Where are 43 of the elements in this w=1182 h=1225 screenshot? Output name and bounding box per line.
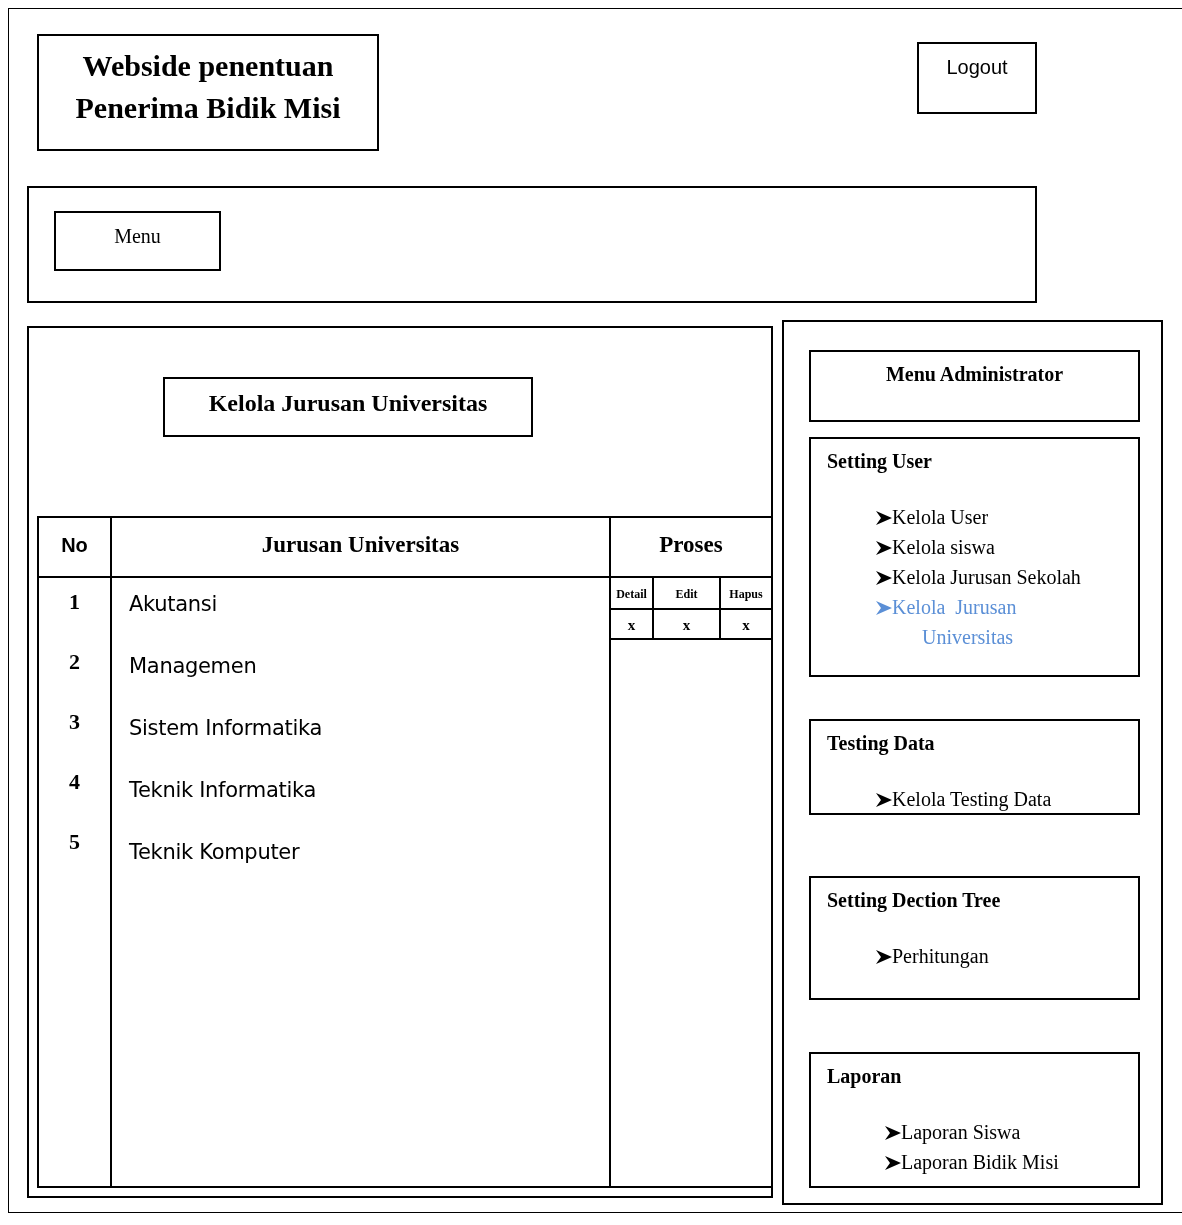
section-title: Laporan [827, 1064, 903, 1090]
action-link[interactable]: x [654, 610, 721, 640]
arrowhead-icon [876, 571, 892, 585]
row-number: 5 [68, 828, 81, 856]
menu-item[interactable]: Kelola Testing Data [892, 784, 1137, 814]
major-name: Teknik Komputer [128, 839, 301, 866]
major-name: Teknik Informatika [128, 777, 317, 804]
row-number: 1 [68, 588, 81, 616]
no-header: No [39, 518, 112, 578]
arrowhead-icon [876, 793, 892, 807]
action-header: Hapus [721, 578, 771, 610]
arrowhead-icon [885, 1126, 901, 1140]
arrowhead-icon [885, 1156, 901, 1170]
menu-item[interactable]: Perhitungan [892, 941, 1137, 971]
arrowhead-icon [876, 601, 892, 615]
arrowhead-icon [876, 511, 892, 525]
section-title: Testing Data [827, 731, 936, 757]
sidebar-heading: Menu Administrator [809, 350, 1140, 422]
major-name: Akutansi [128, 591, 218, 618]
action-link[interactable]: x [721, 610, 771, 640]
logout-button[interactable]: Logout [917, 42, 1037, 114]
menu-item[interactable]: Kelola Jurusan Sekolah [892, 562, 1137, 592]
page-heading: Kelola Jurusan Universitas [163, 377, 533, 437]
menu-item[interactable]: Kelola User [892, 502, 1137, 532]
process-header: Proses [611, 518, 771, 578]
menu-item[interactable]: Laporan Bidik Misi [901, 1147, 1138, 1177]
major-name: Managemen [128, 653, 258, 680]
row-number: 3 [68, 708, 81, 736]
menu-item[interactable]: Laporan Siswa [901, 1117, 1138, 1147]
section-title: Setting Dection Tree [827, 888, 1002, 914]
major-name: Sistem Informatika [128, 715, 324, 742]
menu-item[interactable]: Kelola siswa [892, 532, 1137, 562]
arrowhead-icon [876, 541, 892, 555]
site-title: Webside penentuan Penerima Bidik Misi [37, 34, 379, 151]
menu-button[interactable]: Menu [54, 211, 221, 271]
arrowhead-icon [876, 950, 892, 964]
row-number: 2 [68, 648, 81, 676]
major-header: Jurusan Universitas [112, 518, 611, 578]
action-header: Edit [654, 578, 721, 610]
action-link[interactable]: x [611, 610, 654, 640]
section-title: Setting User [827, 449, 933, 475]
row-number: 4 [68, 768, 81, 796]
action-header: Detail [611, 578, 654, 610]
